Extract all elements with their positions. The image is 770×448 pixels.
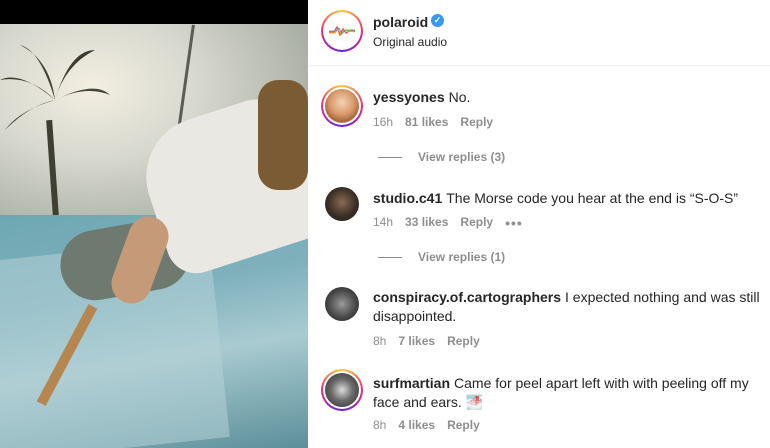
comment-meta: 16h 81 likes Reply bbox=[373, 115, 505, 129]
comment-text: No. bbox=[448, 89, 471, 105]
comment-time[interactable]: 8h bbox=[373, 334, 386, 348]
replies-line bbox=[378, 156, 402, 158]
audio-label[interactable]: Original audio bbox=[373, 35, 447, 49]
account-avatar[interactable] bbox=[321, 10, 363, 52]
view-replies-button[interactable]: View replies (1) bbox=[378, 250, 505, 264]
comment-username[interactable]: surfmartian bbox=[373, 375, 450, 391]
comment-text: The Morse code you hear at the end is “S… bbox=[446, 190, 739, 206]
comment-likes[interactable]: 7 likes bbox=[398, 334, 435, 348]
reply-button[interactable]: Reply bbox=[447, 418, 480, 432]
reply-button[interactable]: Reply bbox=[460, 115, 493, 129]
post-video[interactable] bbox=[0, 0, 308, 448]
comment-time[interactable]: 16h bbox=[373, 115, 393, 129]
comment-meta: 14h 33 likes Reply ••• bbox=[373, 215, 535, 231]
person-hair bbox=[258, 80, 308, 190]
replies-line bbox=[378, 256, 402, 258]
more-options-icon[interactable]: ••• bbox=[505, 215, 523, 231]
view-replies-button[interactable]: View replies (3) bbox=[378, 150, 505, 164]
commenter-avatar[interactable] bbox=[325, 187, 359, 221]
comment-likes[interactable]: 33 likes bbox=[405, 215, 448, 231]
commenter-avatar[interactable] bbox=[321, 85, 363, 127]
comment-meta: 8h 4 likes Reply bbox=[373, 418, 492, 432]
reply-button[interactable]: Reply bbox=[460, 215, 493, 231]
post-header: polaroid ✓ Original audio bbox=[308, 0, 770, 66]
palm-tree-image bbox=[0, 45, 110, 130]
comment-time[interactable]: 8h bbox=[373, 418, 386, 432]
comment-time[interactable]: 14h bbox=[373, 215, 393, 231]
polaroid-logo-icon bbox=[325, 14, 359, 48]
comment-likes[interactable]: 81 likes bbox=[405, 115, 448, 129]
account-username[interactable]: polaroid bbox=[373, 14, 428, 30]
commenter-avatar[interactable] bbox=[325, 287, 359, 321]
comment-username[interactable]: yessyones bbox=[373, 89, 445, 105]
video-top-bar bbox=[0, 0, 308, 24]
commenter-avatar[interactable] bbox=[321, 369, 363, 411]
comment-username[interactable]: studio.c41 bbox=[373, 190, 442, 206]
verified-badge-icon: ✓ bbox=[431, 14, 444, 27]
comments-panel: polaroid ✓ Original audio yessyones No. 1… bbox=[308, 0, 770, 448]
comment-likes[interactable]: 4 likes bbox=[398, 418, 435, 432]
comment-username[interactable]: conspiracy.of.cartographers bbox=[373, 289, 561, 305]
reply-button[interactable]: Reply bbox=[447, 334, 480, 348]
comment-meta: 8h 7 likes Reply bbox=[373, 334, 492, 348]
